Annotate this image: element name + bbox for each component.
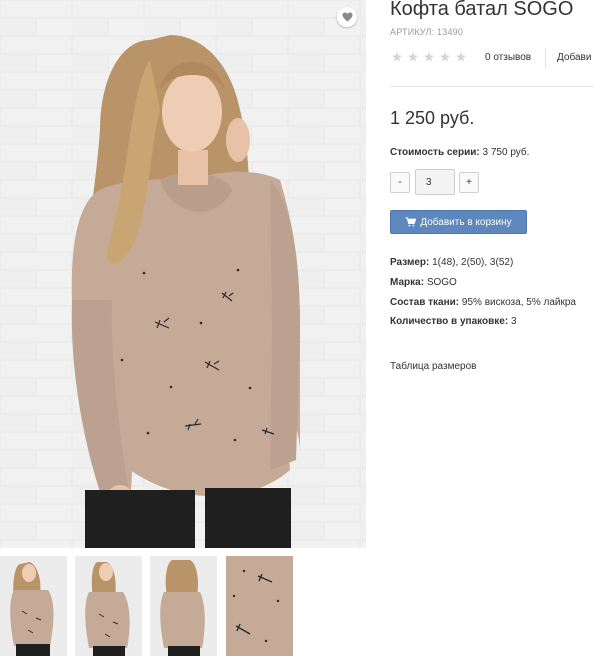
spec-value: 1(48), 2(50), 3(52) [432,257,514,268]
spec-pack-quantity: Количество в упаковке: 3 [390,316,517,327]
main-product-image[interactable] [0,0,366,548]
spec-fabric: Состав ткани: 95% вискоза, 5% лайкра [390,297,576,308]
thumbnail-image [75,556,142,656]
cart-icon [405,217,417,227]
star-icon [440,52,450,62]
thumbnail-image [150,556,217,656]
star-icon [408,52,418,62]
spec-brand: Марка: SOGO [390,277,457,288]
star-icon [392,52,402,62]
spec-value: 3 [510,316,517,327]
favorite-button[interactable] [337,7,357,27]
thumbnail-1[interactable] [0,556,67,656]
product-sku: АРТИКУЛ: 13490 [390,27,464,37]
series-price-value: 3 750 руб. [482,147,530,158]
spec-value: 95% вискоза, 5% лайкра [461,297,576,308]
series-price: Стоимость серии: 3 750 руб. [390,147,529,158]
rating-stars[interactable] [391,51,467,63]
spec-label: Марка: [390,277,425,288]
spec-size: Размер: 1(48), 2(50), 3(52) [390,257,513,268]
divider [390,86,594,87]
thumbnail-4[interactable] [226,556,293,656]
size-table-link[interactable]: Таблица размеров [390,361,476,372]
spec-label: Размер: [390,257,430,268]
product-price: 1 250 руб. [390,108,475,128]
add-review-link[interactable]: Добави [557,52,591,63]
spec-label: Количество в упаковке: [390,316,509,327]
star-icon [456,52,466,62]
divider [545,48,546,68]
product-photo [0,0,366,548]
thumbnail-image [226,556,293,656]
quantity-decrease-button[interactable]: - [390,172,410,193]
reviews-link[interactable]: 0 отзывов [485,52,531,63]
spec-value: SOGO [426,277,457,288]
add-to-cart-button[interactable]: Добавить в корзину [390,210,527,234]
star-icon [424,52,434,62]
quantity-increase-button[interactable]: + [459,172,479,193]
product-title: Кофта батал SOGO [390,0,574,20]
add-to-cart-label: Добавить в корзину [420,216,512,228]
heart-icon [342,12,352,22]
quantity-input[interactable] [415,169,455,195]
series-price-label: Стоимость серии: [390,147,480,158]
thumbnail-3[interactable] [150,556,217,656]
thumbnail-2[interactable] [75,556,142,656]
thumbnail-image [0,556,67,656]
spec-label: Состав ткани: [390,297,460,308]
